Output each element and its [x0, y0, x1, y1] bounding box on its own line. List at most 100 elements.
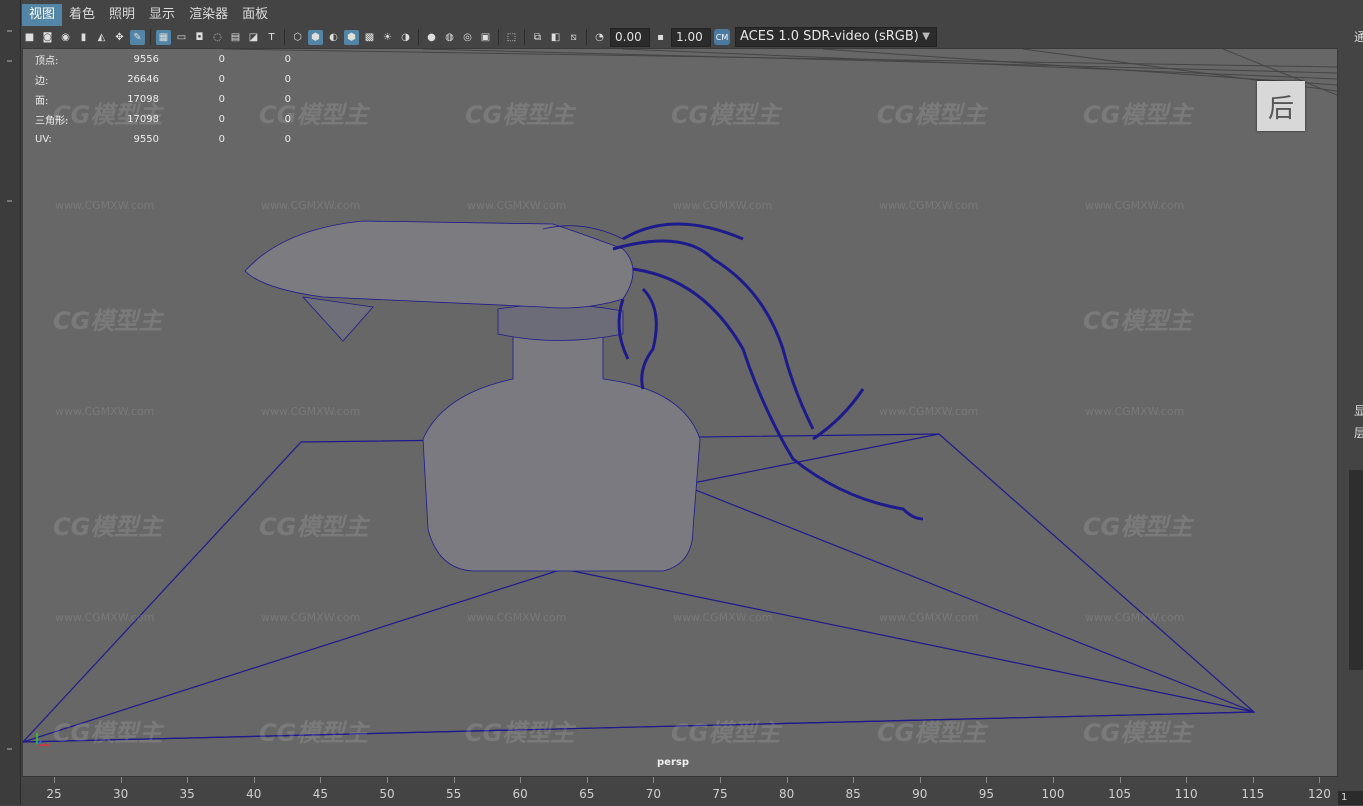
safe-title-icon[interactable]: T — [264, 30, 279, 45]
timeline-tick-label: 105 — [1108, 787, 1132, 801]
toolbar-separator — [150, 29, 151, 45]
safe-action-icon[interactable]: ◪ — [246, 30, 261, 45]
hud-value: 0 — [284, 53, 291, 65]
timeline-tick-label: 100 — [1041, 787, 1065, 801]
timeline-tick — [320, 777, 322, 783]
timeline-tick — [1119, 777, 1121, 783]
hud-value: 9550 — [133, 133, 159, 145]
grip-mark — [7, 60, 12, 62]
right-panel-text: 层 — [1354, 426, 1363, 440]
toolbar-separator — [498, 29, 499, 45]
grid-icon[interactable]: ▦ — [156, 29, 171, 45]
current-frame-field[interactable]: 1 — [1338, 791, 1363, 805]
menu-show[interactable]: 显示 — [142, 4, 182, 26]
motion-blur-icon[interactable]: ◍ — [442, 30, 457, 45]
timeline-tick — [919, 777, 921, 783]
isolate-select-icon[interactable]: ⬚ — [504, 30, 519, 45]
hud-label: UV: — [35, 133, 52, 145]
timeline-tick-label: 65 — [579, 787, 595, 801]
xray-icon[interactable]: ⧉ — [530, 30, 545, 45]
lights-icon[interactable]: ☀ — [380, 30, 395, 45]
backface-icon[interactable]: ⧅ — [566, 30, 581, 45]
menu-view[interactable]: 视图 — [22, 4, 63, 26]
hud-row-vertices: 顶点: 9556 0 0 — [35, 49, 291, 69]
image-plane-icon[interactable]: ◭ — [94, 30, 109, 45]
wireframe-on-shaded-icon[interactable]: ⬢ — [344, 29, 359, 45]
timeline-tick — [586, 777, 588, 783]
exposure-icon[interactable]: ◔ — [592, 30, 607, 45]
color-mgmt-icon[interactable]: CM — [714, 29, 730, 45]
menu-panels[interactable]: 面板 — [235, 4, 275, 26]
timeline-tick-label: 55 — [445, 787, 462, 801]
field-chart-icon[interactable]: ▤ — [228, 30, 243, 45]
hud-value: 0 — [284, 133, 291, 145]
hud-value: 0 — [218, 73, 225, 85]
timeline-tick-label: 110 — [1174, 787, 1198, 801]
timeline-tick — [986, 777, 988, 783]
timeline-tick-label: 90 — [912, 787, 928, 801]
timeline-tick — [1053, 777, 1054, 783]
xray-joints-icon[interactable]: ◧ — [548, 30, 563, 45]
gamma-field[interactable]: 1.00 — [671, 27, 711, 47]
top-grid-lines — [222, 49, 1337, 96]
gamma-icon[interactable]: ▪ — [653, 30, 668, 45]
default-material-icon[interactable]: ◐ — [326, 30, 341, 45]
timeline-tick-label: 45 — [312, 787, 329, 801]
color-space-select[interactable]: ACES 1.0 SDR-video (sRGB) ▼ — [735, 27, 937, 47]
timeline-tick — [253, 777, 255, 783]
camera-icon[interactable]: ■ — [22, 30, 37, 45]
viewport-persp[interactable]: 顶点: 9556 0 0 边: 26646 0 0 面: 17098 0 0 三… — [22, 48, 1338, 777]
camera-name-label: persp — [657, 757, 689, 768]
smooth-shade-icon[interactable]: ⬢ — [308, 29, 323, 45]
right-panel-text: 显 — [1354, 404, 1363, 418]
anti-alias-icon[interactable]: ◎ — [460, 30, 475, 45]
wireframe-icon[interactable]: ⬡ — [290, 30, 305, 45]
right-panel-text: 通 — [1354, 30, 1363, 44]
timeline-tick — [1252, 777, 1254, 783]
right-side-panel: 通 显 层 — [1338, 0, 1363, 805]
shadows-icon[interactable]: ◑ — [398, 30, 413, 45]
ambient-occlusion-icon[interactable]: ● — [424, 30, 439, 45]
timeline-tick — [187, 777, 189, 783]
hud-label: 顶点: — [35, 55, 59, 67]
gate-mask-icon[interactable]: ◌ — [210, 30, 225, 45]
menu-renderer[interactable]: 渲染器 — [182, 4, 235, 26]
hud-value: 0 — [218, 53, 225, 65]
panel-menu-bar: 视图 着色 照明 显示 渲染器 面板 — [22, 4, 275, 26]
timeline-tick-label: 70 — [645, 787, 662, 801]
timeline-tick-label: 25 — [46, 787, 62, 801]
axis-gizmo — [33, 729, 53, 749]
camera-attr-icon[interactable]: ◙ — [40, 30, 55, 45]
bookmark-icon[interactable]: ▮ — [76, 30, 91, 45]
menu-lighting[interactable]: 照明 — [102, 4, 142, 26]
color-space-value: ACES 1.0 SDR-video (sRGB) — [740, 29, 919, 44]
timeline-tick — [387, 777, 388, 783]
scroll-down-arrow[interactable] — [7, 748, 12, 750]
camera-lock-icon[interactable]: ◉ — [58, 30, 73, 45]
timeline-tick — [786, 777, 788, 783]
timeline-tick — [853, 777, 855, 783]
grip-mark — [7, 30, 12, 32]
hud-label: 三角形: — [35, 115, 69, 127]
hud-row-triangles: 三角形: 17098 0 0 — [35, 109, 291, 129]
toolbar-separator — [284, 29, 285, 45]
exposure-field[interactable]: 0.00 — [610, 27, 650, 47]
scene-wireframe — [23, 49, 1337, 743]
textured-icon[interactable]: ▩ — [362, 30, 377, 45]
grease-pencil-icon[interactable]: ✎ — [130, 29, 145, 45]
pan-zoom-icon[interactable]: ✥ — [112, 30, 127, 45]
depth-of-field-icon[interactable]: ▣ — [478, 30, 493, 45]
film-gate-icon[interactable]: ▭ — [174, 30, 189, 45]
viewcube[interactable]: 后 — [1257, 81, 1305, 131]
time-slider[interactable]: 25 30 35 40 45 50 55 60 65 70 75 80 85 90 95 100 105 110 1… — [22, 776, 1338, 806]
timeline-tick-label: 80 — [778, 787, 795, 801]
timeline-tick — [453, 777, 455, 783]
hud-value: 0 — [218, 133, 225, 145]
hud-label: 面: — [35, 95, 49, 107]
right-panel-scrollbar[interactable] — [1349, 470, 1363, 670]
ink-bottle-mesh — [422, 304, 701, 572]
resolution-gate-icon[interactable]: ◘ — [192, 30, 207, 45]
menu-shading[interactable]: 着色 — [62, 4, 102, 26]
timeline-tick-label: 50 — [379, 787, 395, 801]
hud-row-uvs: UV: 9550 0 0 — [35, 129, 291, 149]
